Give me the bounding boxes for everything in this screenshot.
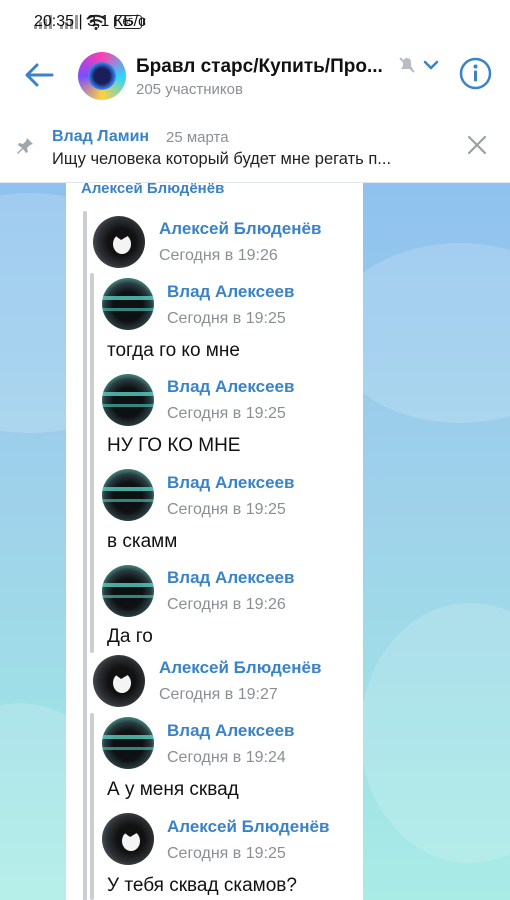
avatar[interactable]: [93, 655, 145, 707]
avatar[interactable]: [93, 216, 145, 268]
forward-text: НУ ГО КО МНЕ: [107, 435, 241, 456]
avatar[interactable]: [102, 469, 154, 521]
chat-participants: 205 участников: [136, 81, 243, 98]
forward-text: Да го: [107, 626, 153, 647]
forward-time: Сегодня в 19:26: [159, 247, 278, 264]
pin-icon: [17, 138, 33, 154]
forward-text: А у меня сквад: [107, 779, 239, 800]
forward-bar: [90, 713, 94, 900]
forward-text: тогда го ко мне: [107, 340, 240, 361]
chat-avatar[interactable]: [78, 52, 126, 100]
pinned-date: 25 марта: [166, 129, 229, 146]
forward-author[interactable]: Влад Алексеев: [167, 568, 294, 588]
forward-author[interactable]: Влад Алексеев: [167, 473, 294, 493]
close-icon[interactable]: [466, 134, 488, 156]
forward-author[interactable]: Влад Алексеев: [167, 377, 294, 397]
chat-title[interactable]: Бравл старс/Купить/Про...: [136, 56, 394, 78]
forward-author[interactable]: Алексей Блюденёв: [159, 658, 321, 678]
forward-author[interactable]: Алексей Блюденёв: [167, 817, 329, 837]
wallpaper-shape: [360, 603, 510, 863]
forward-author[interactable]: Влад Алексеев: [167, 721, 294, 741]
battery-icon: 65: [114, 15, 145, 29]
forward-bar: [90, 273, 94, 653]
forward-author[interactable]: Влад Алексеев: [167, 282, 294, 302]
forward-time: Сегодня в 19:26: [167, 596, 286, 613]
message-sender[interactable]: Алексей Блюдёнёв: [81, 183, 224, 197]
forward-time: Сегодня в 19:24: [167, 749, 286, 766]
avatar[interactable]: [102, 813, 154, 865]
chat-header: Бравл старс/Купить/Про... 205 участников: [0, 44, 510, 108]
avatar[interactable]: [102, 278, 154, 330]
pinned-text: Ищу человека который будет мне регать п.…: [52, 150, 392, 168]
forward-time: Сегодня в 19:25: [167, 845, 286, 862]
avatar[interactable]: [102, 717, 154, 769]
forward-time: Сегодня в 19:25: [167, 310, 286, 327]
arrow-left-icon[interactable]: [22, 58, 56, 92]
forward-time: Сегодня в 19:27: [159, 686, 278, 703]
forward-author[interactable]: Алексей Блюденёв: [159, 219, 321, 239]
avatar[interactable]: [102, 565, 154, 617]
pinned-author: Влад Ламин: [52, 128, 150, 145]
status-bar: 20:35 | 3,1 КБ/с 65: [0, 0, 510, 44]
pinned-message[interactable]: Влад Ламин 25 марта Ищу человека который…: [0, 108, 510, 183]
chevron-down-icon[interactable]: [423, 58, 439, 72]
forward-bar: [83, 211, 87, 900]
info-icon[interactable]: [459, 57, 492, 90]
muted-icon: [399, 57, 415, 73]
forward-text: в скамм: [107, 531, 178, 552]
forward-time: Сегодня в 19:25: [167, 405, 286, 422]
avatar[interactable]: [102, 374, 154, 426]
forward-time: Сегодня в 19:25: [167, 501, 286, 518]
forward-text: У тебя сквад скамов?: [107, 875, 297, 896]
chat-area[interactable]: Алексей Блюдёнёв Алексей Блюденёв Сегодн…: [0, 183, 510, 900]
